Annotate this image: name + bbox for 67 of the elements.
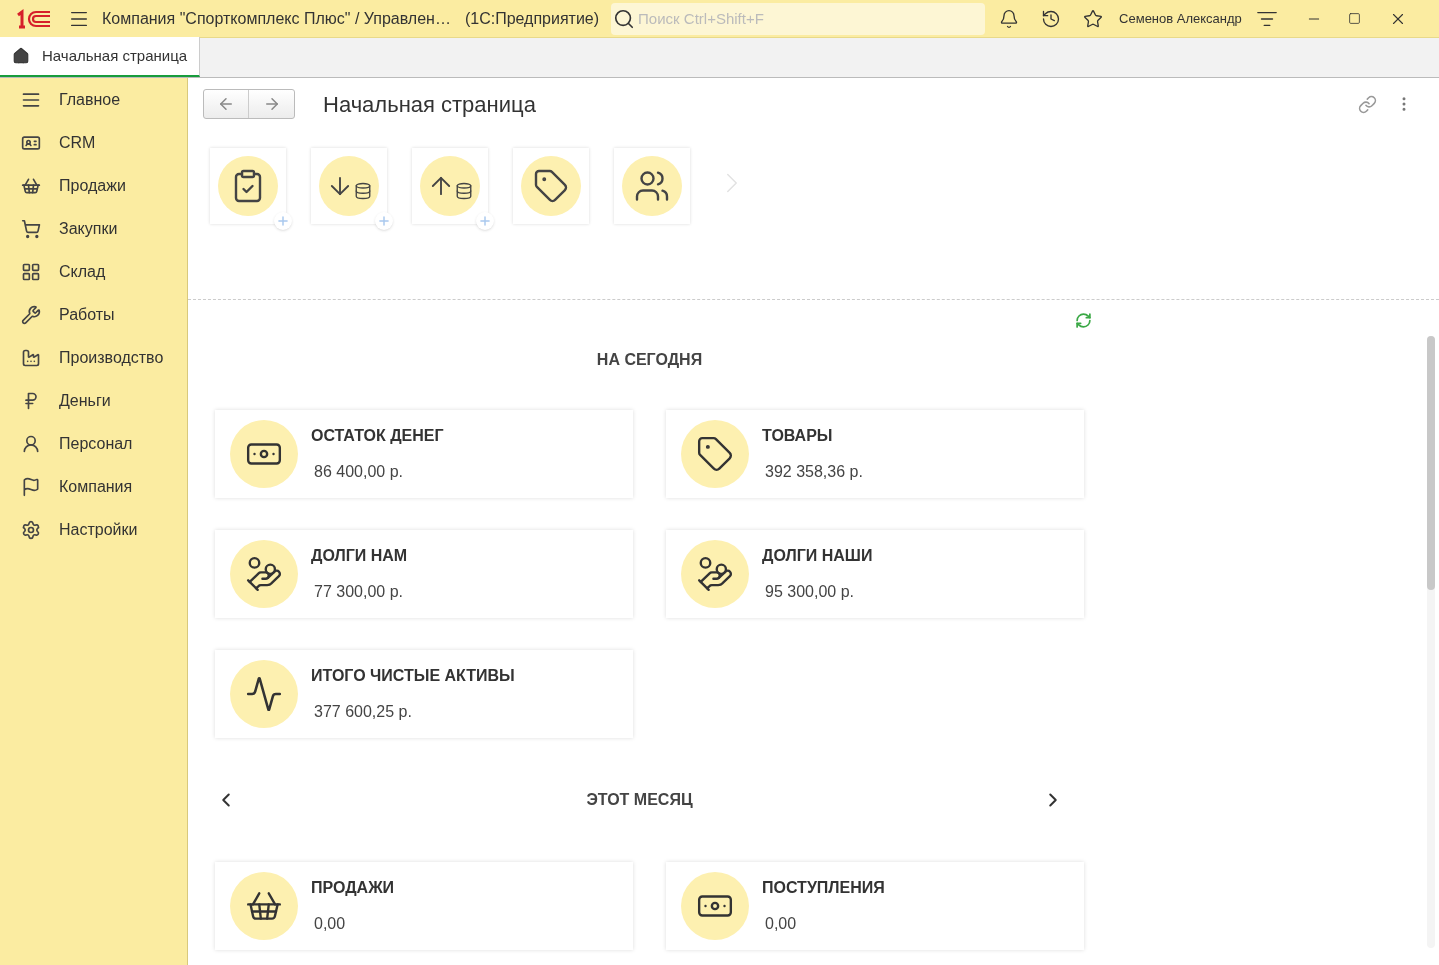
home-icon xyxy=(12,47,30,65)
quick-action-tile[interactable] xyxy=(513,148,589,224)
card-title: ПОСТУПЛЕНИЯ xyxy=(762,878,885,898)
sidebar-item[interactable]: Компания xyxy=(0,465,187,508)
card-title: ДОЛГИ НАШИ xyxy=(762,546,873,566)
basket-icon xyxy=(21,175,41,196)
quick-action-tile[interactable] xyxy=(210,148,286,224)
card-value: 377 600,25 р. xyxy=(314,702,413,722)
search-icon xyxy=(613,7,636,30)
favorites-icon[interactable] xyxy=(1083,8,1104,29)
hand-coin-icon xyxy=(696,555,734,593)
window-title: Компания "Спорткомплекс Плюс" / Управлен… xyxy=(102,8,451,29)
page-title: Начальная страница xyxy=(323,90,536,119)
person-icon xyxy=(21,433,41,454)
sidebar-item[interactable]: Склад xyxy=(0,250,187,293)
tab[interactable]: Начальная страница xyxy=(0,37,201,77)
tag-icon xyxy=(533,168,569,204)
card-value: 0,00 xyxy=(765,914,798,934)
section-title: ЭТОТ МЕСЯЦ xyxy=(585,790,694,810)
sidebar-item[interactable]: Главное xyxy=(0,78,187,121)
summary-card[interactable]: ИТОГО ЧИСТЫЕ АКТИВЫ 377 600,25 р. xyxy=(215,650,633,738)
card-title: ИТОГО ЧИСТЫЕ АКТИВЫ xyxy=(311,666,515,686)
summary-card[interactable]: ПРОДАЖИ 0,00 xyxy=(215,862,633,950)
refresh-icon[interactable] xyxy=(1075,312,1092,329)
zigzag-line-icon xyxy=(245,675,283,713)
app-name: (1С:Предприятие) xyxy=(464,8,600,29)
flag-icon xyxy=(21,476,41,497)
sidebar-item[interactable]: CRM xyxy=(0,121,187,164)
hand-coin-icon xyxy=(245,555,283,593)
card-value: 0,00 xyxy=(314,914,347,934)
card-title: ДОЛГИ НАМ xyxy=(311,546,408,566)
history-icon[interactable] xyxy=(1041,8,1062,29)
card-title: ОСТАТОК ДЕНЕГ xyxy=(311,426,444,446)
sidebar-item[interactable]: Деньги xyxy=(0,379,187,422)
card-value: 392 358,36 р. xyxy=(765,462,863,482)
card-value: 95 300,00 р. xyxy=(765,582,855,602)
tools-icon xyxy=(21,304,41,325)
link-icon[interactable] xyxy=(1358,94,1377,114)
user-name[interactable]: Семенов Александр xyxy=(1119,8,1242,29)
cart-icon xyxy=(21,218,41,239)
summary-card[interactable]: ОСТАТОК ДЕНЕГ 86 400,00 р. xyxy=(215,410,633,498)
card-value: 77 300,00 р. xyxy=(314,582,404,602)
notifications-icon[interactable] xyxy=(999,8,1020,29)
grid-icon xyxy=(21,261,41,282)
sidebar-item[interactable]: Продажи xyxy=(0,164,187,207)
sidebar-item[interactable]: Настройки xyxy=(0,508,187,551)
people-icon xyxy=(634,168,670,204)
section-title: НА СЕГОДНЯ xyxy=(595,350,704,370)
card-title: ПРОДАЖИ xyxy=(311,878,395,898)
summary-card[interactable]: ДОЛГИ НАМ 77 300,00 р. xyxy=(215,530,633,618)
summary-card[interactable]: ПОСТУПЛЕНИЯ 0,00 xyxy=(666,862,1084,950)
quick-action-tile[interactable] xyxy=(614,148,690,224)
quick-action-tile[interactable] xyxy=(412,148,488,224)
card-value: 86 400,00 р. xyxy=(314,462,404,482)
search-field[interactable]: Поиск Ctrl+Shift+F xyxy=(611,2,986,35)
maximize-icon[interactable] xyxy=(1347,12,1361,25)
quick-action-tile[interactable] xyxy=(311,148,387,224)
factory-icon xyxy=(21,347,41,368)
summary-card[interactable]: ТОВАРЫ 392 358,36 р. xyxy=(666,410,1084,498)
sidebar-item[interactable]: Закупки xyxy=(0,207,187,250)
summary-card[interactable]: ДОЛГИ НАШИ 95 300,00 р. xyxy=(666,530,1084,618)
sidebar-item[interactable]: Производство xyxy=(0,336,187,379)
sidebar-item[interactable]: Персонал xyxy=(0,422,187,465)
settings-icon xyxy=(21,519,41,540)
card-title: ТОВАРЫ xyxy=(762,426,834,446)
tag-icon xyxy=(696,435,734,473)
sidebar-item[interactable]: Работы xyxy=(0,293,187,336)
